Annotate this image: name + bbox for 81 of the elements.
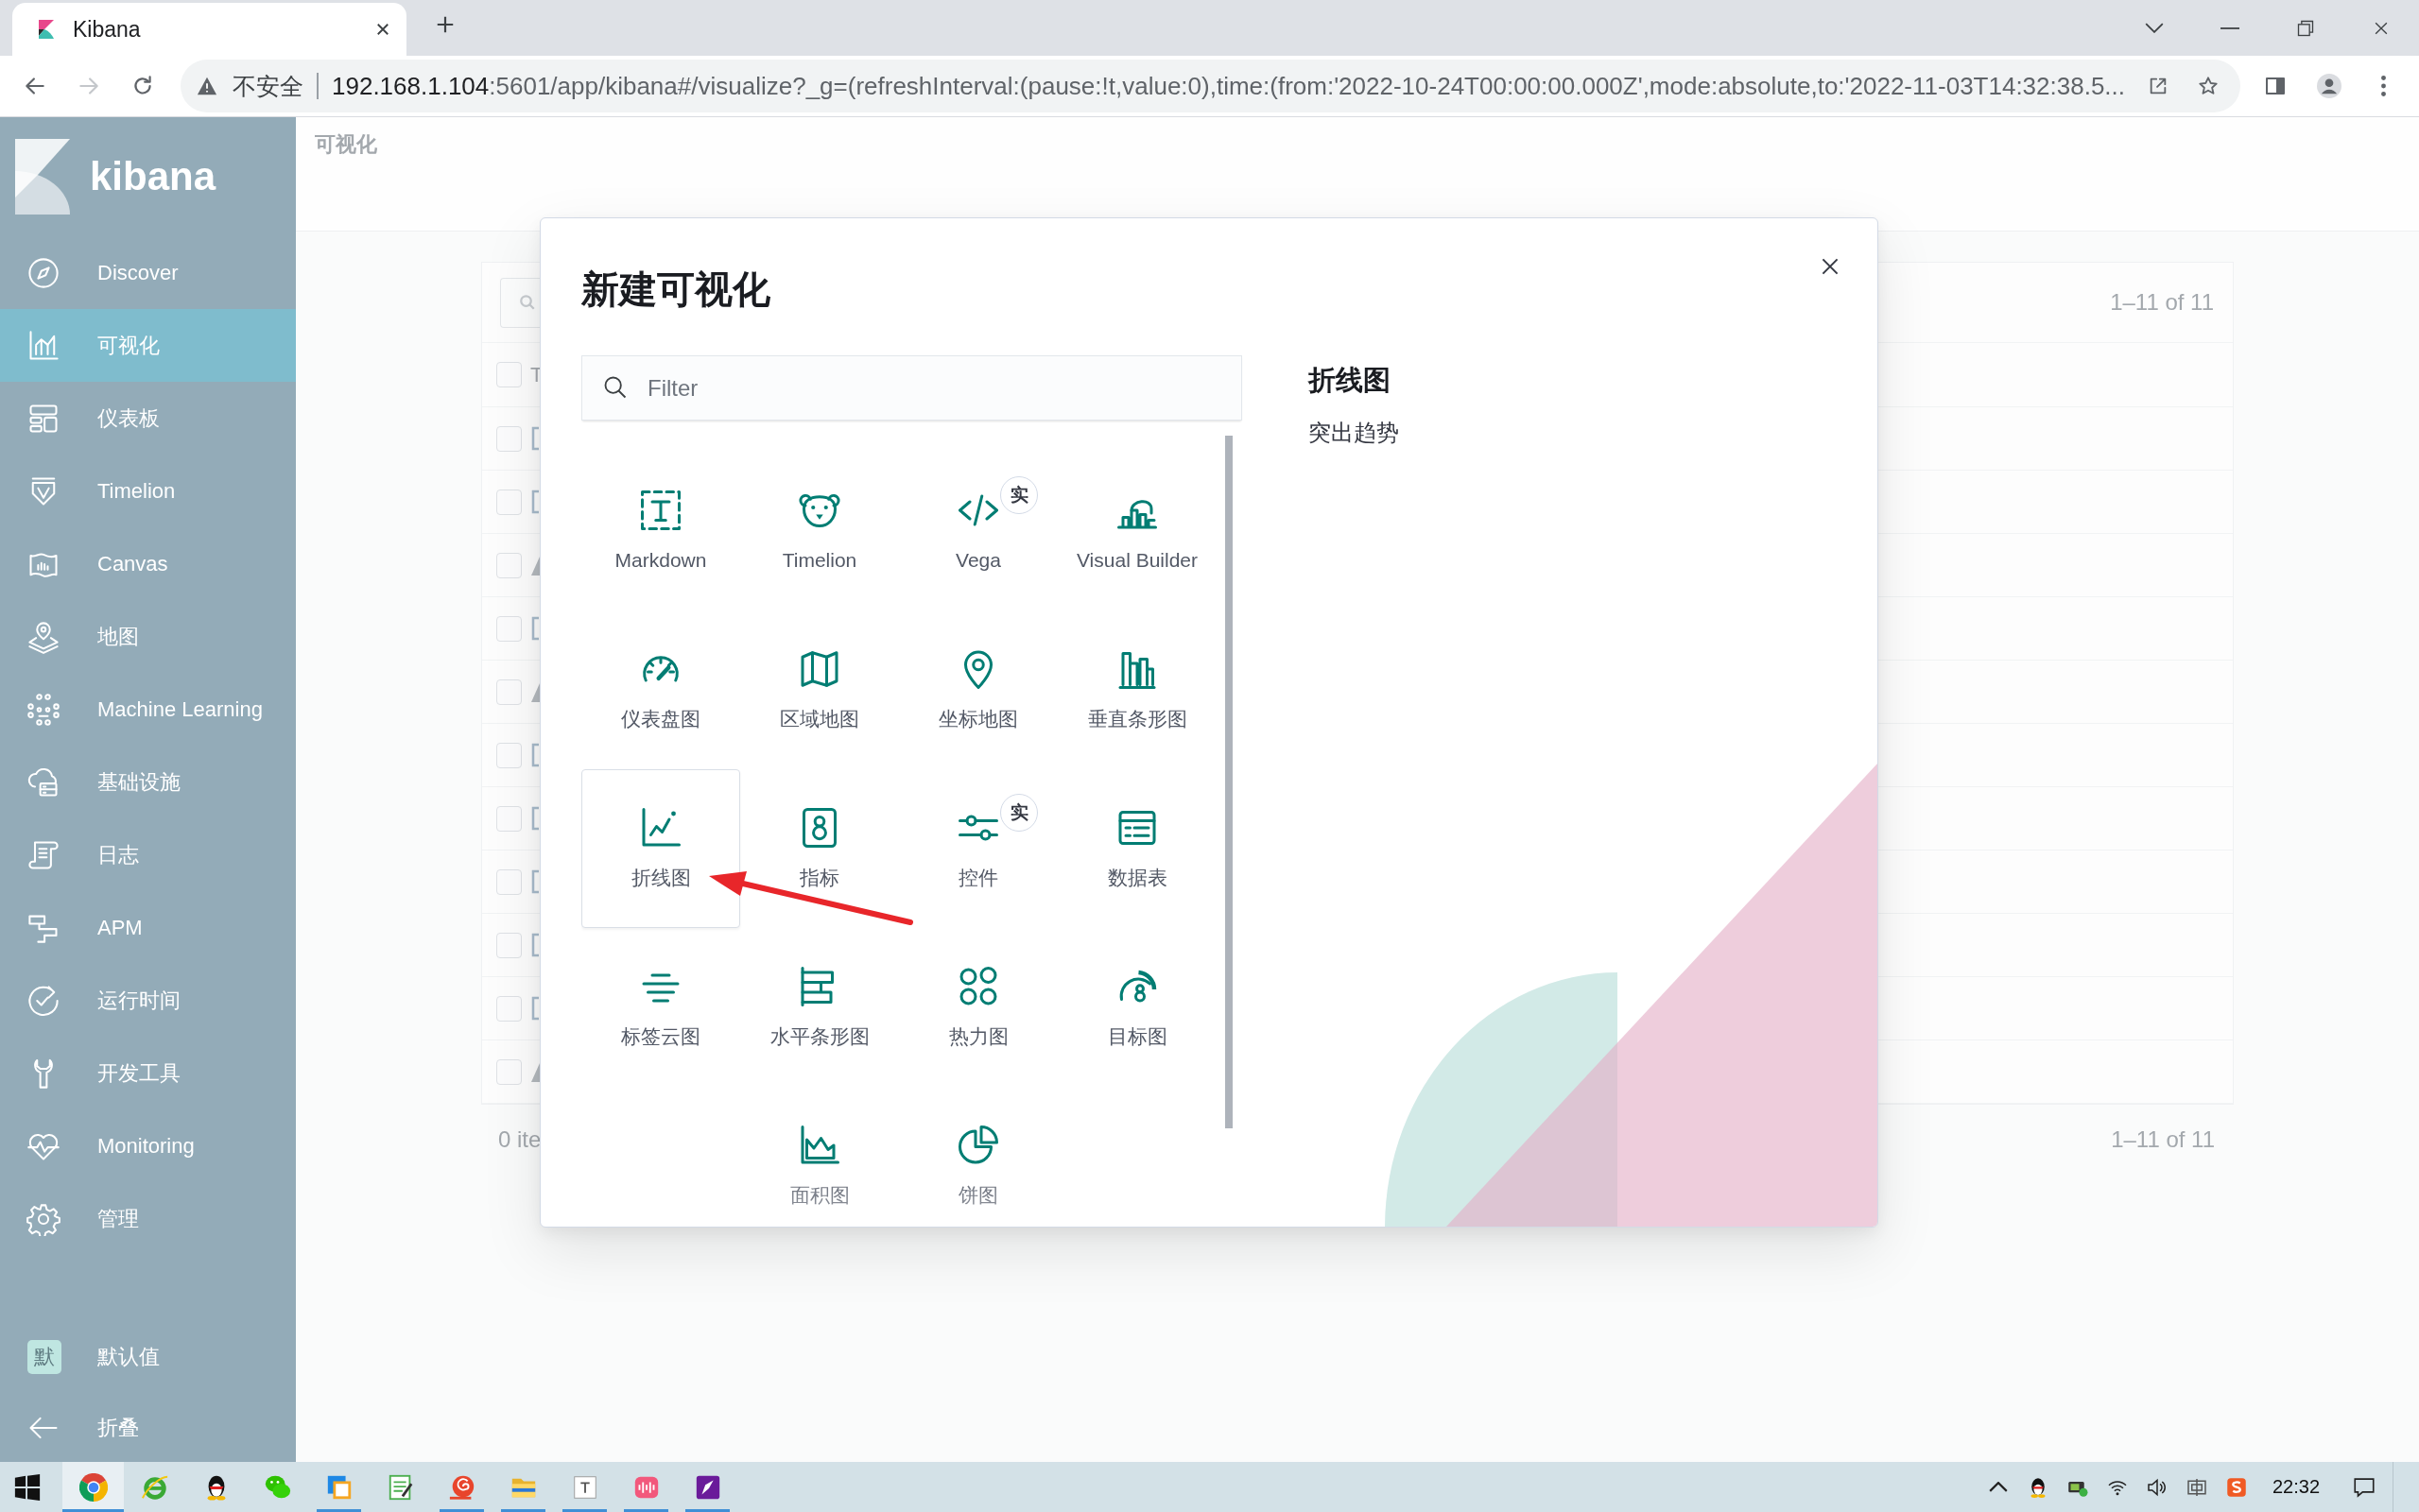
bracket-icon (530, 490, 540, 514)
restore-icon (2296, 18, 2315, 38)
clock[interactable]: 22:32 (2256, 1476, 2336, 1498)
user-avatar: 默 (27, 1340, 61, 1374)
visualization-type-button[interactable]: 水平条形图 (740, 928, 899, 1087)
row-checkbox[interactable] (496, 995, 522, 1022)
bracket-icon (530, 806, 540, 831)
profile-avatar-icon (2317, 74, 2341, 98)
pagination-count: 1–11 of 11 (2110, 289, 2214, 316)
plus-icon (435, 14, 456, 35)
side-panel-icon (2264, 75, 2287, 97)
visualization-type-button[interactable]: Vega 实 (899, 452, 1058, 610)
warning-icon (197, 76, 217, 96)
security-status[interactable]: 不安全 (233, 70, 303, 102)
visualization-type-button[interactable]: 折线图 (581, 769, 740, 928)
visualization-type-button[interactable]: 仪表盘图 (581, 610, 740, 769)
row-checkbox[interactable] (496, 932, 522, 958)
visualization-type-button[interactable]: 坐标地图 (899, 610, 1058, 769)
browser-icon (78, 1472, 108, 1502)
row-checkbox[interactable] (496, 489, 522, 515)
select-all-checkbox[interactable] (496, 362, 522, 387)
browser-tab[interactable]: Kibana (12, 3, 406, 56)
search-icon (602, 374, 629, 401)
minimize-icon (2220, 26, 2239, 29)
detail-description: 突出趋势 (1308, 419, 1399, 447)
row-checkbox[interactable] (496, 805, 522, 832)
modal-title: 新建可视化 (581, 267, 770, 311)
visualization-type-button[interactable]: 控件 实 (899, 769, 1058, 928)
brand-name: kibana (90, 154, 216, 199)
search-icon (519, 294, 536, 311)
row-checkbox[interactable] (496, 1058, 522, 1085)
logo-icon (15, 139, 70, 215)
chart-icon (26, 328, 60, 363)
visualization-type-button[interactable]: 热力图 (899, 928, 1058, 1087)
bracket-icon (530, 426, 540, 451)
detail-title: 折线图 (1308, 364, 1391, 396)
pagination-count: 1–11 of 11 (2111, 1126, 2215, 1153)
settings-icon (26, 1201, 60, 1236)
close-icon (374, 21, 391, 38)
visualization-type-button[interactable]: Markdown (581, 452, 740, 610)
circular-arrow-check-icon (26, 983, 60, 1018)
bracket-icon (530, 616, 540, 641)
map-pin-layers-icon (26, 619, 60, 654)
row-checkbox[interactable] (496, 552, 522, 578)
visualization-type-button[interactable]: 区域地图 (740, 610, 899, 769)
experimental-badge: 实 (1000, 794, 1038, 832)
visualization-type-button[interactable]: 指标 (740, 769, 899, 928)
scrollbar[interactable] (1225, 436, 1233, 1128)
chevron-up-icon (1989, 1482, 2008, 1492)
url-text[interactable]: 192.168.1.104:5601/app/kibana#/visualize?_g=(refreshInterval:(pause:!t,value:0),time:(from:'2022-10-24T00:00:00.000Z',mode:absolute,to:'2022-11-03T14:32:38.5... (332, 71, 2126, 101)
visualization-type-button[interactable]: 垂直条形图 (1058, 610, 1217, 769)
share-icon (2148, 76, 2168, 96)
chevron-down-icon (2145, 23, 2164, 33)
bracket-icon (530, 933, 540, 957)
star-icon (2198, 76, 2219, 96)
bracket-icon (530, 996, 540, 1021)
windows-logo-icon (13, 1472, 42, 1502)
selection-count: 0 ite (498, 1126, 542, 1153)
row-checkbox[interactable] (496, 679, 522, 705)
visualization-type-button[interactable]: 标签云图 (581, 928, 740, 1087)
compass-icon (26, 255, 60, 290)
search-field[interactable] (500, 277, 540, 328)
visualization-type-button[interactable]: 面积图 (740, 1087, 899, 1227)
visualization-type-button[interactable]: 目标图 (1058, 928, 1217, 1087)
visualization-type-button[interactable]: Visual Builder (1058, 452, 1217, 610)
visualization-type-button[interactable]: 饼图 (899, 1087, 1058, 1227)
row-checkbox[interactable] (496, 615, 522, 642)
input-method-logo-icon (2225, 1475, 2248, 1499)
row-checkbox[interactable] (496, 425, 522, 452)
text-frame-icon (638, 488, 683, 533)
visualization-type-button[interactable]: Timelion (740, 452, 899, 610)
dotted-circle-icon (26, 692, 60, 727)
menu-icon (2380, 76, 2386, 96)
row-checkbox[interactable] (496, 742, 522, 768)
address-bar[interactable]: 不安全 192.168.1.104:5601/app/kibana#/visualize?_g=(refreshInterval:(pause:!t,value:0),time:(from:'2022-10-24T00:00:00.000Z',mode:absolute,to:'2022-11-03T14:32:38.5... (181, 60, 2240, 112)
visualization-type-button[interactable]: 数据表 (1058, 769, 1217, 928)
bracket-icon (530, 743, 540, 767)
filter-field[interactable]: Filter (581, 355, 1242, 421)
bracket-icon (530, 869, 540, 894)
row-checkbox[interactable] (496, 868, 522, 895)
experimental-badge: 实 (1000, 476, 1038, 514)
